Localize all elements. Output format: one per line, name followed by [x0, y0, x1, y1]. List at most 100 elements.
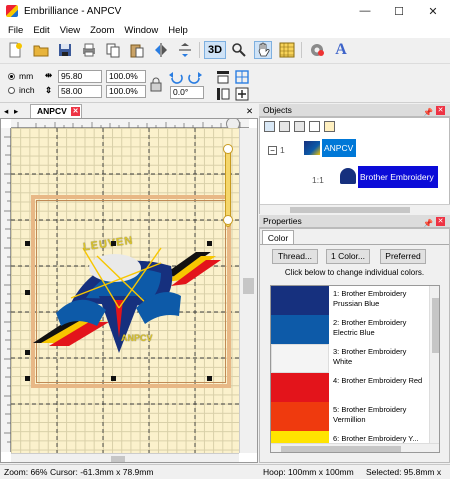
save-icon[interactable]: [56, 41, 74, 59]
objects-horizontal-scrollbar[interactable]: [260, 204, 450, 214]
3d-view-icon[interactable]: 3D: [204, 41, 226, 59]
tab-scroll-right-icon[interactable]: ▸: [14, 106, 18, 117]
canvas-vertical-scrollbar[interactable]: [239, 128, 257, 453]
inch-label: inch: [19, 85, 35, 95]
tab-color[interactable]: Color: [262, 230, 294, 245]
stitch-settings-icon[interactable]: [308, 41, 326, 59]
zoom-icon[interactable]: [230, 41, 248, 59]
selection-handle[interactable]: [207, 241, 212, 246]
zoom-in-icon[interactable]: [223, 144, 233, 154]
color-row[interactable]: 4: Brother Embroidery Red: [271, 373, 427, 402]
flip-vertical-icon[interactable]: [176, 41, 194, 59]
close-objects-icon[interactable]: ✕: [436, 106, 445, 115]
copy-icon[interactable]: [104, 41, 122, 59]
unlock-icon[interactable]: [324, 121, 335, 132]
paste-icon[interactable]: [128, 41, 146, 59]
menu-zoom[interactable]: Zoom: [85, 25, 119, 36]
status-bar: Zoom: 66% Cursor: -61.3mm x 78.9mm Hoop:…: [0, 464, 450, 479]
select-hand-icon[interactable]: [254, 41, 272, 59]
embroidery-design[interactable]: [11, 128, 239, 453]
ungroup-icon[interactable]: [279, 121, 290, 132]
status-hoop: Hoop: 100mm x 100mm: [263, 467, 354, 477]
menu-view[interactable]: View: [55, 25, 85, 36]
object-item-anpcv[interactable]: ANPCV: [322, 139, 356, 157]
selection-handle[interactable]: [25, 290, 30, 295]
new-icon[interactable]: [6, 41, 24, 59]
close-button[interactable]: ✕: [416, 0, 450, 22]
tab-divider: [260, 244, 449, 245]
tab-anpcv[interactable]: ANPCV ✕: [30, 104, 82, 118]
canvas-horizontal-scrollbar[interactable]: [11, 453, 239, 462]
color-list-hscrollbar[interactable]: [271, 443, 439, 452]
mm-radio[interactable]: [8, 73, 15, 80]
color-row[interactable]: 1: Brother Embroidery Prussian Blue: [271, 286, 427, 315]
rotation-field[interactable]: 0.0°: [170, 86, 204, 99]
text-tool-icon[interactable]: A: [332, 41, 350, 59]
tab-close-all-icon[interactable]: ✕: [246, 106, 253, 117]
main-toolbar: 3D A: [0, 38, 450, 64]
color-row[interactable]: 2: Brother Embroidery Electric Blue: [271, 315, 427, 344]
align-top-icon[interactable]: [214, 68, 232, 86]
one-color-button[interactable]: 1 Color...: [326, 249, 370, 264]
inch-radio[interactable]: [8, 87, 15, 94]
height-percent-field[interactable]: 100.0%: [106, 85, 146, 98]
color-row[interactable]: 3: Brother Embroidery White: [271, 344, 427, 373]
open-icon[interactable]: [32, 41, 50, 59]
menu-help[interactable]: Help: [163, 25, 193, 36]
zoom-out-icon[interactable]: [223, 215, 233, 225]
color-swatch[interactable]: [271, 373, 329, 402]
toolbar-separator: [301, 42, 302, 58]
color-list-hscroll-thumb[interactable]: [281, 446, 401, 452]
thread-button[interactable]: Thread...: [272, 249, 318, 264]
menu-file[interactable]: File: [3, 25, 28, 36]
hoop-grid[interactable]: LEUVEN ANPCV: [11, 128, 239, 453]
height-field[interactable]: 58.00: [58, 85, 102, 98]
menu-edit[interactable]: Edit: [28, 25, 54, 36]
grid-icon[interactable]: [278, 41, 296, 59]
color-swatch[interactable]: [271, 402, 329, 431]
collapse-icon[interactable]: −: [268, 146, 277, 155]
flip-horizontal-icon[interactable]: [152, 41, 170, 59]
color-list-scrollbar[interactable]: [429, 286, 439, 444]
horizontal-scroll-thumb[interactable]: [111, 456, 125, 462]
close-tab-icon[interactable]: ✕: [71, 107, 80, 116]
rotate-left-icon[interactable]: [167, 68, 185, 86]
toolbar-separator: [199, 42, 200, 58]
selection-handle[interactable]: [25, 241, 30, 246]
lock-aspect-icon[interactable]: [147, 75, 165, 93]
properties-panel-header: Properties 📌 ✕: [259, 215, 450, 228]
maximize-button[interactable]: ☐: [382, 0, 416, 22]
lock-icon[interactable]: [294, 121, 305, 132]
width-field[interactable]: 95.80: [58, 70, 102, 83]
color-row[interactable]: 5: Brother Embroidery Vermillion: [271, 402, 427, 431]
color-list-scroll-thumb[interactable]: [432, 298, 439, 353]
delete-icon[interactable]: [309, 121, 320, 132]
selection-handle[interactable]: [207, 376, 212, 381]
color-swatch[interactable]: [271, 344, 329, 373]
rotate-right-icon[interactable]: [186, 68, 204, 86]
group-icon[interactable]: [264, 121, 275, 132]
preferred-button[interactable]: Preferred: [380, 249, 426, 264]
width-percent-field[interactable]: 100.0%: [106, 70, 146, 83]
color-swatch[interactable]: [271, 286, 329, 315]
align-left-icon[interactable]: [214, 85, 232, 103]
object-thumbnail-icon: [340, 168, 356, 184]
tab-scroll-left-icon[interactable]: ◂: [4, 106, 8, 117]
print-icon[interactable]: [80, 41, 98, 59]
objects-scroll-thumb[interactable]: [290, 207, 410, 213]
object-item-brother-embroidery[interactable]: Brother Embroidery: [358, 166, 438, 188]
design-canvas[interactable]: LEUVEN ANPCV: [0, 118, 258, 463]
color-swatch[interactable]: [271, 315, 329, 344]
center-icon[interactable]: [233, 68, 251, 86]
selection-handle[interactable]: [111, 376, 116, 381]
menu-window[interactable]: Window: [119, 25, 163, 36]
selection-handle[interactable]: [111, 241, 116, 246]
vertical-scroll-thumb[interactable]: [243, 278, 254, 294]
minimize-button[interactable]: —: [348, 0, 382, 22]
selection-handle[interactable]: [25, 376, 30, 381]
selection-handle[interactable]: [25, 350, 30, 355]
fit-icon[interactable]: [233, 85, 251, 103]
close-properties-icon[interactable]: ✕: [436, 217, 445, 226]
color-list[interactable]: 1: Brother Embroidery Prussian Blue 2: B…: [270, 285, 440, 453]
object-thumbnail-icon: [304, 141, 320, 155]
